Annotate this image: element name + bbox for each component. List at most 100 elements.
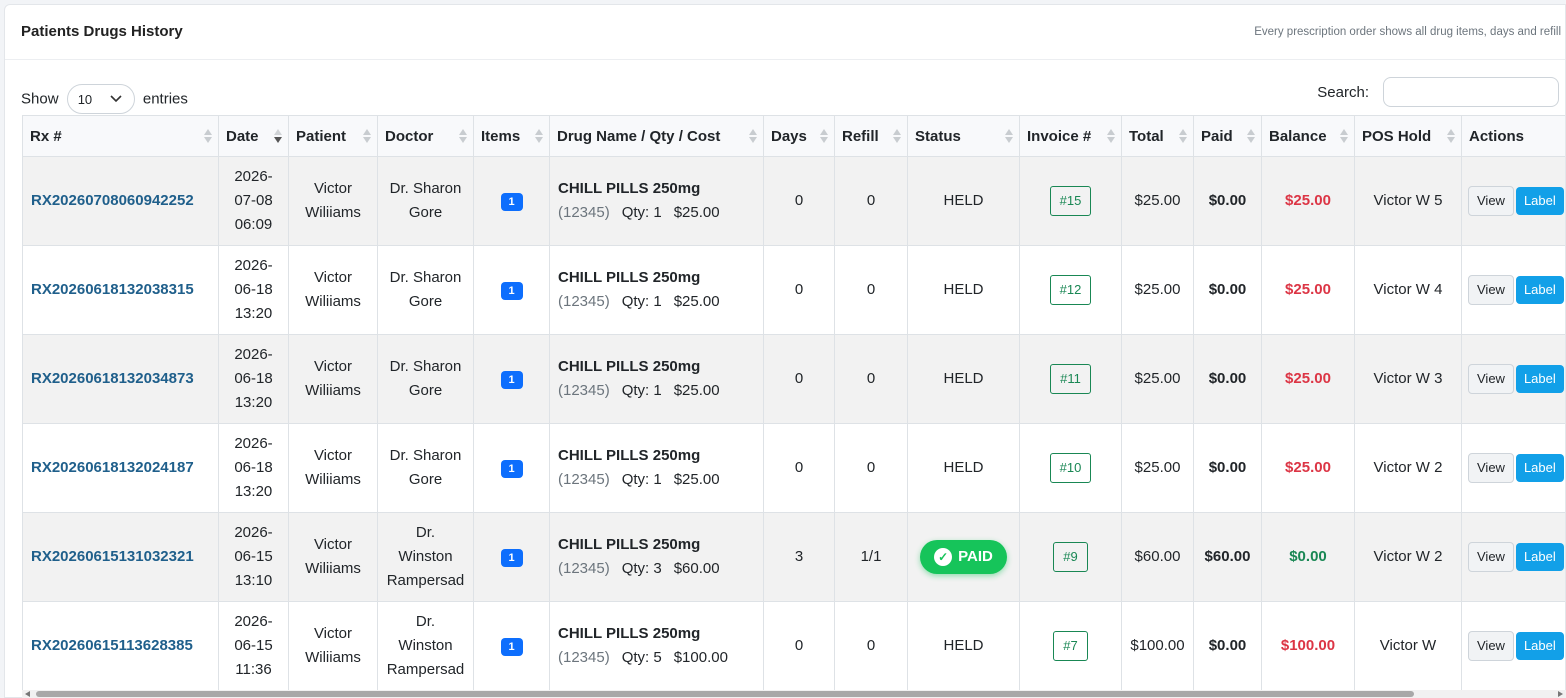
label-button[interactable]: Label bbox=[1515, 365, 1564, 393]
column-header-items[interactable]: Items bbox=[473, 115, 550, 157]
label-button[interactable]: Label bbox=[1515, 632, 1564, 660]
table-header-row: Rx # Date Patient Doctor Items Drug Name / Qt… bbox=[22, 115, 1565, 157]
invoice-cell: #9 bbox=[1019, 512, 1122, 602]
invoice-link-button[interactable]: #10 bbox=[1049, 453, 1092, 483]
date-cell: 2026- 06-18 13:20 bbox=[218, 334, 289, 424]
doctor-cell: Dr. Winston Rampersad bbox=[377, 512, 474, 602]
date-cell: 2026- 06-15 11:36 bbox=[218, 601, 289, 691]
doctor-cell: Dr. Sharon Gore bbox=[377, 423, 474, 513]
drug-cell: CHILL PILLS 250mg (12345) Qty: 1 $25.00 bbox=[549, 423, 764, 513]
date-line: 06-18 bbox=[234, 281, 273, 298]
drug-cell: CHILL PILLS 250mg (12345) Qty: 3 $60.00 bbox=[549, 512, 764, 602]
patient-name-line: Victor bbox=[313, 625, 353, 642]
patient-name-line: Wiliiams bbox=[305, 293, 361, 310]
patient-name-line: Wiliiams bbox=[305, 471, 361, 488]
rx-number-link[interactable]: RX20260615113628385 bbox=[22, 601, 219, 691]
search-input[interactable] bbox=[1383, 77, 1559, 107]
date-cell: 2026- 06-15 13:10 bbox=[218, 512, 289, 602]
column-header-balance[interactable]: Balance bbox=[1261, 115, 1355, 157]
scroll-left-arrow-icon[interactable] bbox=[25, 691, 30, 697]
rx-number-link[interactable]: RX20260618132038315 bbox=[22, 245, 219, 335]
rx-number-link[interactable]: RX20260615131032321 bbox=[22, 512, 219, 602]
invoice-link-button[interactable]: #7 bbox=[1053, 631, 1088, 661]
table-row: RX20260618132034873 2026- 06-18 13:20 Victor… bbox=[22, 334, 1565, 424]
paid-cell: $60.00 bbox=[1193, 512, 1262, 602]
rx-number-link[interactable]: RX20260708060942252 bbox=[22, 156, 219, 246]
status-paid-badge: ✓ PAID bbox=[920, 540, 1007, 574]
column-header-status[interactable]: Status bbox=[907, 115, 1020, 157]
drug-code: (12345) bbox=[558, 382, 610, 399]
column-header-paid[interactable]: Paid bbox=[1193, 115, 1262, 157]
label-button[interactable]: Label bbox=[1515, 454, 1564, 482]
horizontal-scrollbar[interactable] bbox=[22, 690, 1566, 698]
drug-name: CHILL PILLS 250mg bbox=[558, 536, 701, 553]
column-header-drug-name-qty-cost[interactable]: Drug Name / Qty / Cost bbox=[549, 115, 764, 157]
drug-code: (12345) bbox=[558, 471, 610, 488]
invoice-link-button[interactable]: #9 bbox=[1053, 542, 1088, 572]
doctor-cell: Dr. Sharon Gore bbox=[377, 334, 474, 424]
invoice-link-button[interactable]: #12 bbox=[1049, 275, 1092, 305]
view-button[interactable]: View bbox=[1468, 542, 1514, 572]
column-header-refill[interactable]: Refill bbox=[834, 115, 908, 157]
status-text: HELD bbox=[943, 370, 984, 387]
label-button[interactable]: Label bbox=[1515, 543, 1564, 571]
view-button[interactable]: View bbox=[1468, 186, 1514, 216]
doctor-name-line: Gore bbox=[408, 204, 443, 221]
table-row: RX20260615113628385 2026- 06-15 11:36 Victor… bbox=[22, 601, 1565, 691]
sort-icon bbox=[1340, 129, 1348, 143]
table-scroll-area[interactable]: Rx # Date Patient Doctor Items Drug Name / Qt… bbox=[22, 115, 1565, 693]
date-line: 06:09 bbox=[234, 216, 273, 233]
drug-details: (12345) Qty: 1 $25.00 bbox=[558, 290, 759, 314]
date-line: 07-08 bbox=[234, 192, 273, 209]
view-button[interactable]: View bbox=[1468, 631, 1514, 661]
view-button[interactable]: View bbox=[1468, 453, 1514, 483]
patient-name-line: Victor bbox=[313, 447, 353, 464]
doctor-cell: Dr. Winston Rampersad bbox=[377, 601, 474, 691]
rx-number-link[interactable]: RX20260618132034873 bbox=[22, 334, 219, 424]
column-header-days[interactable]: Days bbox=[763, 115, 835, 157]
sort-icon bbox=[459, 129, 467, 143]
sort-icon bbox=[749, 129, 757, 143]
scroll-right-arrow-icon[interactable] bbox=[1558, 691, 1563, 697]
drug-code: (12345) bbox=[558, 649, 610, 666]
column-header-date[interactable]: Date bbox=[218, 115, 289, 157]
actions-cell: View Label bbox=[1461, 512, 1565, 602]
actions-cell: View Label bbox=[1461, 601, 1565, 691]
column-header-rx[interactable]: Rx # bbox=[22, 115, 219, 157]
date-line: 2026- bbox=[234, 613, 273, 630]
column-header-pos-hold[interactable]: POS Hold bbox=[1354, 115, 1462, 157]
label-button[interactable]: Label bbox=[1515, 187, 1564, 215]
sort-icon bbox=[1107, 129, 1115, 143]
items-count-badge: 1 bbox=[500, 282, 523, 300]
total-cell: $25.00 bbox=[1121, 334, 1194, 424]
column-header-invoice[interactable]: Invoice # bbox=[1019, 115, 1122, 157]
scrollbar-thumb[interactable] bbox=[36, 691, 1414, 697]
invoice-link-button[interactable]: #15 bbox=[1049, 186, 1092, 216]
refill-cell: 0 bbox=[834, 156, 908, 246]
table-row: RX20260708060942252 2026- 07-08 06:09 Victor… bbox=[22, 156, 1565, 246]
page-length-select[interactable]: 10 bbox=[66, 84, 135, 114]
items-cell: 1 bbox=[473, 423, 550, 513]
column-header-doctor[interactable]: Doctor bbox=[377, 115, 474, 157]
invoice-link-button[interactable]: #11 bbox=[1050, 364, 1091, 394]
column-header-total[interactable]: Total bbox=[1121, 115, 1194, 157]
patient-cell: Victor Wiliiams bbox=[288, 423, 378, 513]
patient-name-line: Victor bbox=[313, 536, 353, 553]
drug-cost: $25.00 bbox=[673, 204, 720, 221]
check-circle-icon: ✓ bbox=[934, 548, 953, 566]
sort-icon bbox=[204, 129, 212, 143]
doctor-name-line: Rampersad bbox=[386, 661, 465, 678]
days-cell: 0 bbox=[763, 601, 835, 691]
doctor-name-line: Dr. bbox=[415, 524, 436, 541]
date-cell: 2026- 06-18 13:20 bbox=[218, 423, 289, 513]
label-button[interactable]: Label bbox=[1515, 276, 1564, 304]
view-button[interactable]: View bbox=[1468, 275, 1514, 305]
column-header-patient[interactable]: Patient bbox=[288, 115, 378, 157]
rx-number-link[interactable]: RX20260618132024187 bbox=[22, 423, 219, 513]
pos-hold-cell: Victor W 2 bbox=[1354, 423, 1462, 513]
column-header-label: Status bbox=[915, 127, 961, 145]
view-button[interactable]: View bbox=[1468, 364, 1514, 394]
search-label: Search: bbox=[1317, 84, 1369, 101]
drug-name: CHILL PILLS 250mg bbox=[558, 447, 701, 464]
page-title: Patients Drugs History bbox=[21, 23, 183, 40]
